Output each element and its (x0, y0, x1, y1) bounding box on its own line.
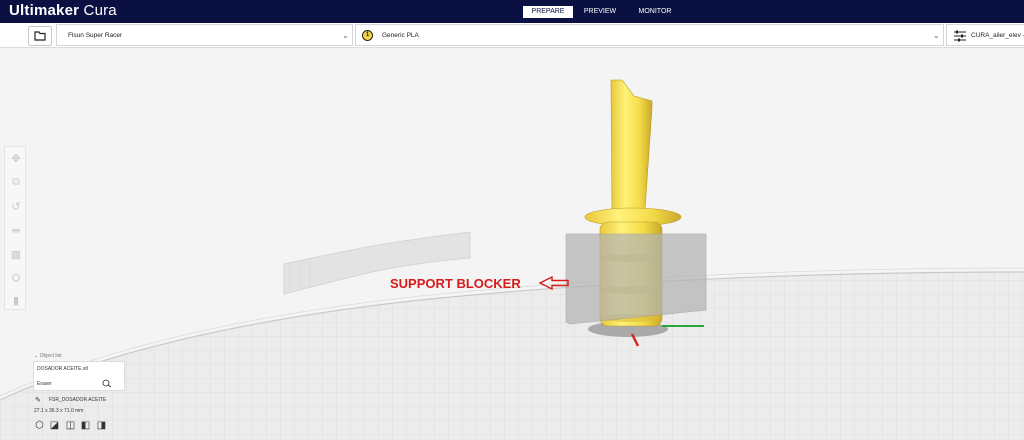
support-blocker-icon (102, 379, 112, 388)
pencil-icon: ✎ (35, 397, 41, 404)
app-logo: Ultimaker Cura (9, 2, 117, 19)
support-blocker (565, 233, 707, 325)
printer-selector[interactable]: Flsun Super Racer ⌄ (56, 24, 353, 46)
list-item[interactable]: Eraser (37, 381, 52, 387)
open-file-button[interactable] (28, 26, 52, 46)
rotate-icon[interactable]: ↺ (9, 199, 23, 213)
scale-icon[interactable]: ⧉ (9, 175, 23, 189)
material-name: Generic PLA (382, 32, 419, 39)
view-top-icon[interactable]: ◫ (65, 420, 76, 431)
material-selector[interactable]: 1 Generic PLA ⌄ (355, 24, 944, 46)
list-item[interactable]: DOSADOR ACEITE.stl (37, 366, 88, 372)
chevron-down-icon: ⌄ (933, 31, 940, 40)
move-icon[interactable]: ✥ (9, 151, 23, 165)
delete-icon[interactable]: ▮ (9, 293, 23, 307)
view-right-icon[interactable]: ◨ (96, 420, 107, 431)
model-blade (610, 79, 653, 211)
support-blocker-icon[interactable]: ⛭ (9, 271, 23, 285)
object-list-toggle[interactable]: ⌄ Object list (34, 353, 62, 359)
header-bar: Ultimaker Cura PREPARE PREVIEW MONITOR (0, 0, 1024, 23)
view-left-icon[interactable]: ◧ (80, 420, 91, 431)
material-extruder-number: 1 (365, 32, 370, 38)
brand-light: Cura (79, 2, 117, 19)
printer-name: Flsun Super Racer (68, 32, 123, 39)
spool-icon: 1 (362, 30, 373, 41)
folder-icon (34, 31, 46, 41)
sliders-icon (954, 30, 966, 42)
object-list: DOSADOR ACEITE.stl Eraser (33, 361, 125, 391)
view-orientation-controls: ⬡ ◪ ◫ ◧ ◨ (34, 420, 110, 434)
profile-name: CURA_ailer_elev - N (971, 32, 1024, 39)
edit-job-name[interactable]: ✎ (35, 396, 41, 404)
object-list-header: Object list (39, 353, 62, 359)
tab-preview[interactable]: PREVIEW (582, 6, 618, 18)
tab-prepare[interactable]: PREPARE (523, 6, 573, 18)
job-name: FSR_DOSADOR ACEITE (49, 397, 107, 403)
model-dimensions: 27.1 x 36.3 x 71.0 mm (34, 408, 84, 414)
view-front-icon[interactable]: ◪ (49, 420, 60, 431)
support-blocker-annotation: SUPPORT BLOCKER (390, 276, 521, 291)
view-3d-icon[interactable]: ⬡ (34, 420, 45, 431)
viewport-3d[interactable] (0, 0, 1024, 440)
per-model-settings-icon[interactable]: ▦ (9, 247, 23, 261)
print-settings-selector[interactable]: CURA_ailer_elev - N (946, 24, 1024, 46)
brand-bold: Ultimaker (9, 2, 80, 19)
mirror-icon[interactable]: ⇹ (9, 223, 23, 237)
tab-monitor[interactable]: MONITOR (633, 6, 677, 18)
chevron-down-icon: ⌄ (342, 31, 349, 40)
tool-panel: ✥ ⧉ ↺ ⇹ ▦ ⛭ ▮ (4, 146, 26, 310)
